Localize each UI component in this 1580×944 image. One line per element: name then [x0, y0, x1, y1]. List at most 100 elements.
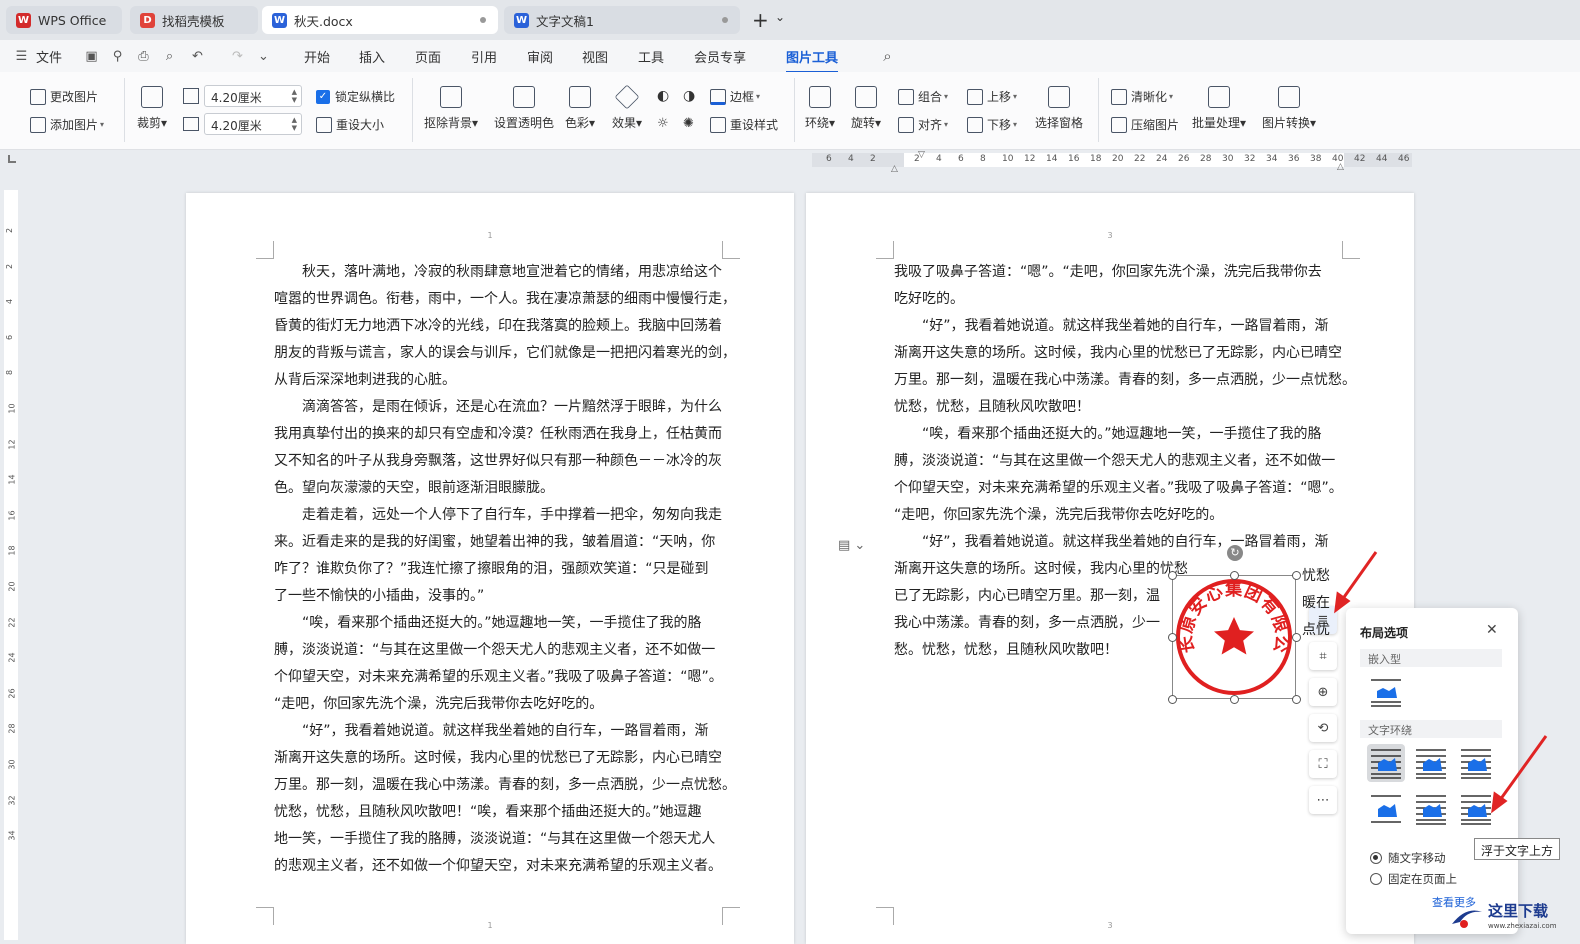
file-menu[interactable]: 文件 [36, 47, 62, 66]
sharpen-button[interactable]: 清晰化 ▾ [1111, 88, 1173, 105]
resize-handle-nw[interactable] [1168, 571, 1177, 580]
menu-review[interactable]: 审阅 [527, 47, 553, 66]
resize-handle-w[interactable] [1168, 633, 1177, 642]
left-indent-icon[interactable]: △ [891, 164, 898, 174]
more-options-button[interactable]: ⋯ [1309, 786, 1337, 814]
crop-button[interactable]: 裁剪▾ [137, 86, 167, 131]
tab-wps-office[interactable]: W WPS Office [6, 6, 122, 34]
wrap-in-front-option[interactable] [1457, 790, 1495, 828]
menu-tools[interactable]: 工具 [638, 47, 664, 66]
print-icon[interactable]: ⎙ [136, 49, 151, 64]
resize-handle-s[interactable] [1230, 695, 1239, 704]
effect-button[interactable]: 效果▾ [612, 84, 642, 131]
border-button[interactable]: 边框 ▾ [710, 88, 760, 105]
resize-handle-e[interactable] [1292, 633, 1301, 642]
resize-handle-sw[interactable] [1168, 695, 1177, 704]
ruler-tick-label: 10 [1002, 154, 1014, 164]
menu-insert[interactable]: 插入 [359, 47, 385, 66]
brightness-up-button[interactable]: ☼ [657, 116, 669, 131]
tab-docer[interactable]: D 找稻壳模板 [130, 6, 258, 34]
width-icon [183, 88, 199, 104]
paragraph-layout-icon[interactable]: ▤ ⌄ [838, 538, 874, 558]
resize-handle-ne[interactable] [1292, 571, 1301, 580]
text-line: “走吧，你回家先洗个澡，洗完后我带你去吃好吃的。 [894, 507, 1224, 523]
reset-style-button[interactable]: 重设样式 [710, 116, 778, 133]
vertical-ruler[interactable]: 2 2 4 6 8 10 12 14 16 18 20 22 24 26 28 30 32 34 [4, 190, 18, 940]
wrap-button[interactable]: 环绕▾ [805, 86, 835, 131]
tab-stop-icon[interactable] [8, 155, 16, 163]
text-line: 喧嚣的世界调色。衔巷，雨中，一个人。我在凄凉萧瑟的细雨中慢慢行走， [274, 291, 736, 307]
close-icon[interactable]: ✕ [1486, 622, 1498, 638]
menu-picture-tools[interactable]: 图片工具 [786, 47, 839, 73]
undo-icon[interactable]: ↶ [190, 49, 205, 64]
wrap-through-option[interactable] [1457, 744, 1495, 782]
change-picture-button[interactable]: 更改图片 [30, 88, 98, 105]
menu-page[interactable]: 页面 [415, 47, 441, 66]
save-icon[interactable]: ▣ [84, 49, 99, 64]
fullscreen-button[interactable]: ⛶ [1309, 750, 1337, 778]
watermark-url: www.zhexiazai.com [1488, 922, 1557, 930]
group-button[interactable]: 组合 ▾ [898, 88, 948, 105]
wrap-square-option[interactable] [1367, 744, 1405, 782]
new-tab-button[interactable]: + [752, 8, 769, 32]
vruler-tick-label: 2 [5, 227, 15, 234]
width-spinner-icon[interactable]: ▲ ▼ [292, 88, 297, 104]
right-indent-icon[interactable]: △ [1337, 162, 1344, 172]
color-button[interactable]: 色彩▾ [565, 86, 595, 131]
selection-pane-button[interactable]: 选择窗格 [1035, 86, 1083, 131]
hamburger-menu-icon[interactable]: ☰ [14, 49, 29, 64]
search-icon[interactable]: ⌕ [880, 49, 895, 64]
width-input[interactable]: 4.20厘米 ▲ ▼ [204, 85, 302, 107]
fix-on-page-radio[interactable]: 固定在页面上 [1370, 871, 1457, 887]
align-button[interactable]: 对齐 ▾ [898, 116, 948, 133]
resize-handle-se[interactable] [1292, 695, 1301, 704]
reset-size-button[interactable]: 重设大小 [316, 116, 384, 133]
save-as-icon[interactable]: ⚲ [110, 49, 125, 64]
height-input[interactable]: 4.20厘米 ▲ ▼ [204, 113, 302, 135]
height-spinner-icon[interactable]: ▲ ▼ [292, 116, 297, 132]
menu-member[interactable]: 会员专享 [694, 47, 746, 66]
text-line: 忧愁，忧愁，且随秋风吹散吧！“唉，看来那个插曲还挺大的。”她逗趣 [274, 804, 702, 820]
lock-ratio-checkbox[interactable]: ✓ 锁定纵横比 [316, 88, 395, 105]
set-transparent-button[interactable]: 设置透明色 [494, 86, 554, 131]
batch-process-button[interactable]: 批量处理▾ [1192, 86, 1246, 131]
resize-handle-n[interactable] [1230, 571, 1239, 580]
rotate-quick-button[interactable]: ⟲ [1309, 714, 1337, 742]
add-picture-button[interactable]: 添加图片 ▾ [30, 116, 104, 133]
remove-background-button[interactable]: 抠除背景▾ [424, 86, 478, 131]
crop-quick-button[interactable]: ⌗ [1309, 642, 1337, 670]
print-preview-icon[interactable]: ⌕ [162, 49, 177, 64]
move-down-button[interactable]: 下移 ▾ [967, 116, 1017, 133]
text-line: 万里。那一刻，温暖在我心中荡漾。青春的刻，多一点洒脱，少一点忧愁。 [274, 777, 736, 793]
horizontal-ruler[interactable]: 6 4 2 2 4 6 8 10 12 14 16 18 20 22 24 26 28 30 32 34 36 38 40 4… [0, 150, 1580, 174]
text-line: 膊，淡淡说道：“与其在这里做一个怨天尤人的悲观主义者，还不如做一 [274, 642, 716, 658]
move-with-text-radio[interactable]: 随文字移动 [1370, 850, 1446, 866]
wrap-inline-option[interactable] [1367, 674, 1405, 712]
document-page-1[interactable]: 1 秋天，落叶满地，冷寂的秋雨肆意地宣泄着它的情绪，用悲凉给这个 喧嚣的世界调色。… [186, 193, 794, 944]
wrap-top-bottom-option[interactable] [1367, 790, 1405, 828]
tab-list-dropdown[interactable]: ⌄ [775, 10, 785, 24]
brightness-down-button[interactable]: ✺ [683, 116, 694, 131]
quick-access-dropdown-icon[interactable]: ⌄ [256, 49, 271, 64]
picture-convert-button[interactable]: 图片转换▾ [1262, 86, 1316, 131]
menu-reference[interactable]: 引用 [471, 47, 497, 66]
menu-start[interactable]: 开始 [304, 47, 330, 66]
zoom-button[interactable]: ⊕ [1309, 678, 1337, 706]
rotate-handle-icon[interactable]: ↻ [1227, 545, 1243, 561]
tab-document1[interactable]: W 文字文稿1 [504, 6, 740, 34]
company-seal-image[interactable]: 长原安心集团有限公司 ↻ [1165, 545, 1301, 704]
menu-view[interactable]: 视图 [582, 47, 608, 66]
contrast-down-button[interactable]: ◑ [683, 88, 695, 104]
tab-autumn-docx[interactable]: W 秋天.docx [262, 6, 498, 34]
compress-button[interactable]: 压缩图片 [1111, 116, 1179, 133]
wrap-tight-option[interactable] [1412, 744, 1450, 782]
wrap-behind-text-option[interactable] [1412, 790, 1450, 828]
first-line-indent-icon[interactable]: ▽ [918, 150, 925, 160]
contrast-up-button[interactable]: ◐ [657, 88, 669, 104]
redo-icon[interactable]: ↷ [230, 49, 245, 64]
tooltip: 浮于文字上方 [1474, 838, 1560, 860]
vruler-tick-label: 16 [7, 510, 17, 521]
rotate-button[interactable]: 旋转▾ [851, 86, 881, 131]
move-up-button[interactable]: 上移 ▾ [967, 88, 1017, 105]
lock-ratio-label: 锁定纵横比 [335, 90, 396, 104]
